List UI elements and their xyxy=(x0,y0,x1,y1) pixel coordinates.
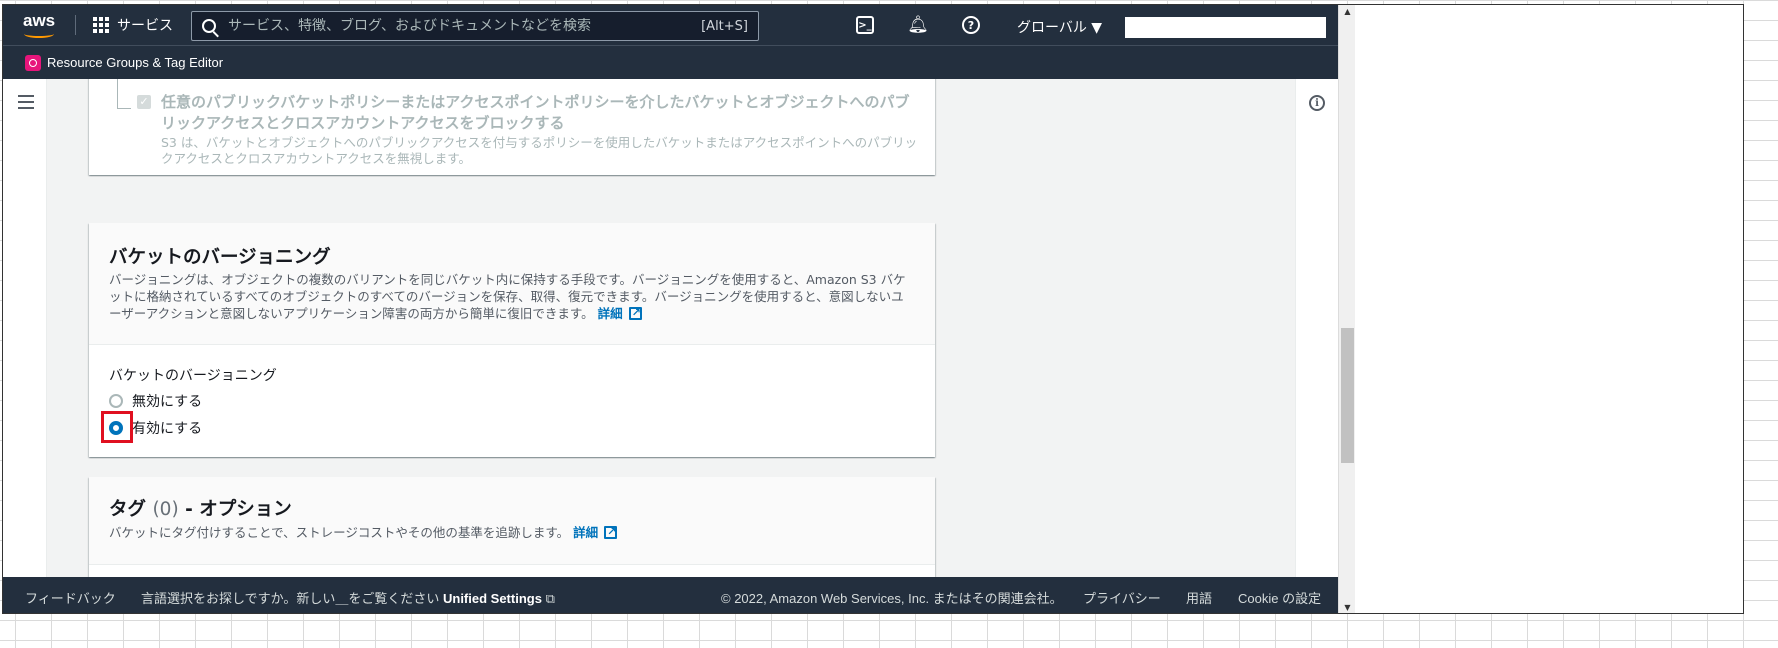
scroll-down-arrow-icon[interactable]: ▼ xyxy=(1339,601,1356,613)
search-icon xyxy=(202,19,216,33)
external-link-icon: ⧉ xyxy=(545,591,555,606)
versioning-description-text: バージョニングは、オブジェクトの複数のバリアントを同じバケット内に保持する手段で… xyxy=(109,272,906,321)
services-menu-button[interactable]: サービス xyxy=(93,15,173,35)
tags-title: タグ (0) - オプション xyxy=(109,495,292,521)
service-bar: Resource Groups & Tag Editor xyxy=(3,45,1338,79)
tags-count: (0) xyxy=(152,499,179,520)
feedback-link[interactable]: フィードバック xyxy=(25,588,116,607)
tags-panel-header: タグ (0) - オプション バケットにタグ付けすることで、ストレージコストやそ… xyxy=(89,477,935,565)
region-selector[interactable]: グローバル ▼ xyxy=(1017,17,1102,37)
resource-groups-icon xyxy=(25,54,41,71)
tags-description-text: バケットにタグ付けすることで、ストレージコストやその他の基準を追跡します。 xyxy=(109,525,570,540)
bucket-versioning-panel: バケットのバージョニング バージョニングは、オブジェクトの複数のバリアントを同じ… xyxy=(89,223,935,457)
versioning-description: バージョニングは、オブジェクトの複数のバリアントを同じバケット内に保持する手段で… xyxy=(109,271,915,322)
hamburger-menu-icon[interactable] xyxy=(18,95,34,109)
versioning-enable-label: 有効にする xyxy=(132,421,203,437)
search-input[interactable] xyxy=(228,18,702,34)
versioning-field-label: バケットのバージョニング xyxy=(109,368,277,384)
browser-viewport: aws サービス [Alt+S] >_ 🔔︎ ? グローバル ▼ Resourc… xyxy=(2,4,1744,614)
language-prompt-text: 言語選択をお探しですか。新しい＿をご覧ください xyxy=(141,591,440,606)
versioning-disable-label: 無効にする xyxy=(132,394,203,410)
external-link-icon[interactable] xyxy=(628,304,642,321)
tags-learn-more-link[interactable]: 詳細 xyxy=(573,525,598,540)
service-shortcut-resource-groups[interactable]: Resource Groups & Tag Editor xyxy=(47,55,223,70)
versioning-title: バケットのバージョニング xyxy=(109,247,331,268)
privacy-link[interactable]: プライバシー xyxy=(1083,588,1161,607)
terms-link[interactable]: 用語 xyxy=(1186,588,1212,607)
help-icon[interactable]: ? xyxy=(962,16,980,34)
versioning-disable-option[interactable]: 無効にする xyxy=(109,391,202,411)
page-footer: フィードバック 言語選択をお探しですか。新しい＿をご覧ください Unified … xyxy=(3,577,1338,613)
block-cross-account-description: S3 は、バケットとオブジェクトへのパブリックアクセスを付与するポリシーを使用し… xyxy=(161,135,918,166)
versioning-panel-header: バケットのバージョニング バージョニングは、オブジェクトの複数のバリアントを同じ… xyxy=(89,223,935,345)
external-link-icon[interactable] xyxy=(604,523,618,540)
search-box[interactable]: [Alt+S] xyxy=(191,11,759,41)
aws-logo[interactable]: aws xyxy=(23,11,59,39)
services-label: サービス xyxy=(117,18,173,34)
cookie-settings-link[interactable]: Cookie の設定 xyxy=(1238,588,1321,607)
tags-panel: タグ (0) - オプション バケットにタグ付けすることで、ストレージコストやそ… xyxy=(89,477,935,577)
main-content: ✓ 任意のパブリックバケットポリシーまたはアクセスポイントポリシーを介したバケッ… xyxy=(47,79,1295,577)
language-prompt: 言語選択をお探しですか。新しい＿をご覧ください Unified Settings… xyxy=(141,588,555,607)
left-navigation-rail xyxy=(3,79,47,577)
copyright-text: © 2022, Amazon Web Services, Inc. またはその関… xyxy=(721,591,1063,606)
notifications-bell-icon[interactable]: 🔔︎ xyxy=(907,15,929,35)
highlight-annotation-box xyxy=(101,411,133,443)
nav-divider xyxy=(75,15,76,35)
versioning-learn-more-link[interactable]: 詳細 xyxy=(598,306,623,321)
versioning-disable-radio[interactable] xyxy=(109,394,123,408)
scrollbar-thumb[interactable] xyxy=(1341,328,1354,463)
tags-description: バケットにタグ付けすることで、ストレージコストやその他の基準を追跡します。 詳細 xyxy=(109,523,915,541)
block-cross-account-title: 任意のパブリックバケットポリシーまたはアクセスポイントポリシーを介したバケットと… xyxy=(161,93,910,132)
right-tools-rail: i xyxy=(1295,79,1338,577)
aws-logo-text: aws xyxy=(23,11,56,30)
cloudshell-icon[interactable]: >_ xyxy=(856,16,874,34)
account-menu[interactable] xyxy=(1125,17,1326,38)
scroll-up-arrow-icon[interactable]: ▲ xyxy=(1339,5,1356,19)
tags-title-suffix: - オプション xyxy=(185,499,292,520)
info-icon[interactable]: i xyxy=(1309,95,1325,111)
block-public-access-panel: ✓ 任意のパブリックバケットポリシーまたはアクセスポイントポリシーを介したバケッ… xyxy=(89,79,935,175)
block-cross-account-checkbox: ✓ xyxy=(137,95,151,109)
tags-title-text: タグ xyxy=(109,499,147,520)
vertical-scrollbar[interactable]: ▲ ▼ xyxy=(1338,5,1356,613)
aws-smile-icon xyxy=(24,30,54,38)
unified-settings-link[interactable]: Unified Settings xyxy=(443,591,542,606)
grid-icon xyxy=(93,17,109,33)
top-navigation-bar: aws サービス [Alt+S] >_ 🔔︎ ? グローバル ▼ xyxy=(3,5,1338,45)
search-shortcut-hint: [Alt+S] xyxy=(701,18,748,34)
blank-area xyxy=(1355,5,1743,613)
tree-connector xyxy=(117,79,131,109)
